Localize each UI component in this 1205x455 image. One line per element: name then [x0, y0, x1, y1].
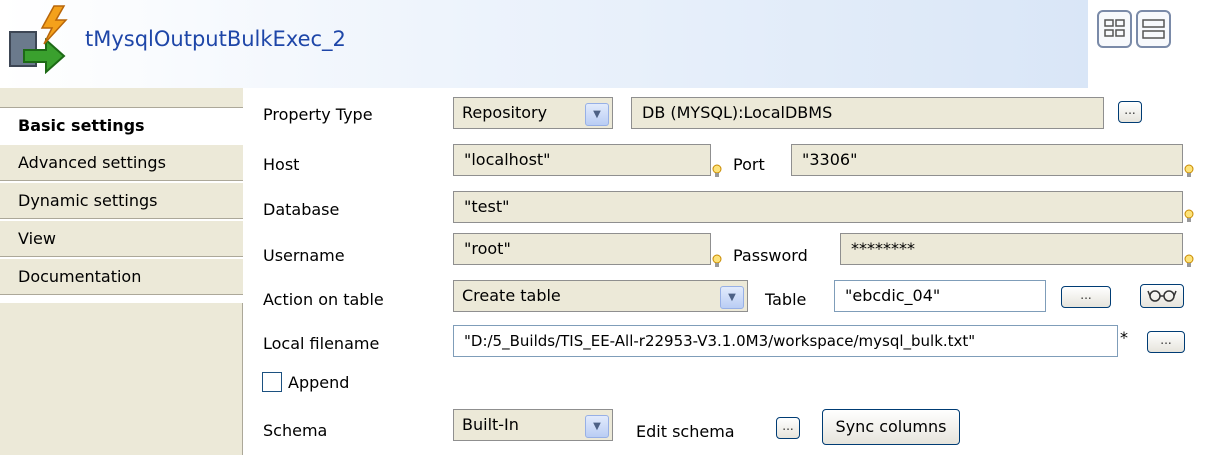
sync-columns-button[interactable]: Sync columns [822, 409, 960, 445]
guess-table-button[interactable] [1140, 284, 1184, 308]
lightbulb-icon [1184, 164, 1194, 177]
database-label: Database [263, 200, 340, 219]
username-field[interactable]: "root" [453, 233, 711, 265]
vertical-layout-button[interactable] [1136, 10, 1171, 48]
tab-dynamic-settings[interactable]: Dynamic settings [0, 183, 243, 219]
port-field[interactable]: "3306" [791, 144, 1183, 176]
password-field[interactable]: ******** [840, 233, 1183, 265]
property-type-value: Repository [462, 103, 548, 122]
action-on-table-value: Create table [462, 286, 561, 305]
local-filename-field[interactable]: "D:/5_Builds/TIS_EE-All-r22953-V3.1.0M3/… [453, 325, 1118, 357]
component-logo-icon [9, 5, 68, 74]
glasses-icon [1147, 290, 1177, 302]
schema-value: Built-In [462, 415, 519, 434]
property-type-label: Property Type [263, 105, 373, 124]
action-on-table-select[interactable]: Create table ▼ [453, 280, 748, 312]
table-field[interactable]: "ebcdic_04" [834, 280, 1046, 312]
tab-basic-settings[interactable]: Basic settings [0, 108, 243, 144]
chevron-down-icon[interactable]: ▼ [585, 103, 609, 126]
sidebar-empty-area [0, 303, 243, 455]
component-title: tMysqlOutputBulkExec_2 [85, 27, 346, 51]
edit-schema-button[interactable]: ... [776, 417, 800, 439]
modified-marker: * [1120, 328, 1128, 347]
lightbulb-icon [712, 164, 722, 177]
action-on-table-label: Action on table [263, 290, 384, 309]
port-label: Port [733, 155, 765, 174]
append-label: Append [288, 373, 350, 392]
password-label: Password [733, 246, 808, 265]
database-field[interactable]: "test" [453, 191, 1183, 223]
repository-browse-button[interactable]: ... [1118, 101, 1142, 123]
lightbulb-icon [1184, 254, 1194, 267]
host-field[interactable]: "localhost" [453, 144, 711, 176]
schema-select[interactable]: Built-In ▼ [453, 409, 613, 441]
chevron-down-icon[interactable]: ▼ [720, 286, 744, 309]
tab-documentation[interactable]: Documentation [0, 259, 243, 295]
lightbulb-icon [1184, 209, 1194, 222]
schema-label: Schema [263, 421, 328, 440]
chevron-down-icon[interactable]: ▼ [585, 415, 609, 438]
table-browse-button[interactable]: ... [1061, 286, 1111, 308]
rows-layout-icon [1142, 19, 1165, 39]
tab-advanced-settings[interactable]: Advanced settings [0, 145, 243, 181]
filename-browse-button[interactable]: ... [1147, 331, 1185, 353]
tab-view[interactable]: View [0, 221, 243, 257]
repository-field[interactable]: DB (MYSQL):LocalDBMS [631, 97, 1104, 129]
local-filename-label: Local filename [263, 334, 380, 353]
property-type-select[interactable]: Repository ▼ [453, 97, 613, 129]
table-label: Table [765, 290, 807, 309]
horizontal-layout-button[interactable] [1097, 10, 1132, 48]
grid-layout-icon [1104, 19, 1125, 37]
host-label: Host [263, 155, 300, 174]
sidebar-spacer [0, 88, 243, 108]
edit-schema-label: Edit schema [636, 422, 735, 441]
username-label: Username [263, 246, 345, 265]
lightbulb-icon [712, 254, 722, 267]
append-checkbox[interactable] [262, 372, 282, 392]
